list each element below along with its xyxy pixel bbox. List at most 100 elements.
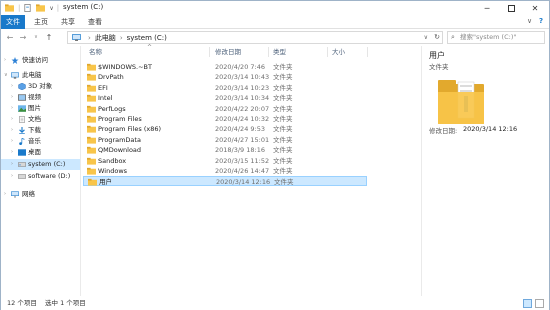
recent-locations-button[interactable]: ∨: [31, 32, 41, 43]
window-title: system (C:): [63, 3, 104, 11]
breadcrumb-this-pc[interactable]: 此电脑: [95, 33, 116, 43]
computer-icon: [11, 72, 19, 79]
file-list: ^ 名称 修改日期 类型 大小 $WINDOWS.~BT 2020/4/20 7:…: [83, 44, 413, 296]
nav-item-pictures[interactable]: › 图片: [1, 103, 80, 114]
music-icon: [19, 138, 25, 145]
file-row[interactable]: $WINDOWS.~BT 2020/4/20 7:46 文件夹: [83, 62, 367, 72]
chevron-down-icon: ∨: [4, 72, 8, 78]
address-bar[interactable]: › 此电脑 › system (C:) ∨ ↻: [67, 31, 443, 44]
new-folder-icon[interactable]: [36, 4, 46, 12]
close-icon: ✕: [531, 3, 539, 13]
navigation-pane: › 快速访问 ∨ 此电脑 › 3D 对象 › 视频 › 图片 › 文档 › 下载…: [1, 46, 81, 296]
ribbon-expand-icon[interactable]: ∨: [527, 17, 532, 25]
file-name: Intel: [98, 94, 113, 103]
explorer-window: | ∨ | system (C:) ─ ✕ 文件 主页 共享 查看 ∨ ? ← …: [0, 0, 550, 310]
file-row[interactable]: Sandbox 2020/3/15 11:52 文件夹: [83, 156, 367, 166]
preview-name: 用户: [429, 51, 445, 60]
file-row[interactable]: Program Files 2020/4/24 10:32 文件夹: [83, 114, 367, 124]
tab-home[interactable]: 主页: [29, 15, 53, 29]
drive-icon: [18, 174, 26, 179]
folder-icon: [87, 126, 96, 133]
file-row[interactable]: Windows 2020/4/26 14:47 文件夹: [83, 166, 367, 176]
file-name: QMDownload: [98, 146, 142, 155]
nav-item-documents[interactable]: › 文档: [1, 114, 80, 125]
file-name: PerfLogs: [98, 104, 126, 113]
chevron-right-icon: ›: [11, 105, 13, 111]
refresh-icon[interactable]: ↻: [434, 32, 440, 43]
folder-icon: [87, 167, 96, 175]
nav-item-videos[interactable]: › 视频: [1, 92, 80, 103]
chevron-right-icon: ›: [4, 191, 6, 197]
breadcrumb-system-c[interactable]: system (C:): [127, 34, 167, 42]
up-arrow-icon: ↑: [45, 33, 53, 42]
forward-button[interactable]: →: [18, 32, 28, 43]
file-row[interactable]: ProgramData 2020/4/27 15:01 文件夹: [83, 135, 367, 145]
nav-item-3d-objects[interactable]: › 3D 对象: [1, 81, 80, 92]
nav-item-network[interactable]: › 网络: [1, 189, 80, 200]
file-row[interactable]: Intel 2020/3/14 10:34 文件夹: [83, 93, 367, 103]
chevron-right-icon: ›: [11, 138, 13, 144]
large-icons-view-button[interactable]: [535, 299, 544, 308]
preview-modified-label: 修改日期:: [429, 127, 458, 135]
nav-item-software-d[interactable]: › software (D:): [1, 171, 80, 182]
drive-icon: [18, 162, 26, 167]
document-icon: [19, 116, 25, 123]
folder-icon: [88, 179, 97, 186]
folder-app-icon[interactable]: [5, 4, 14, 12]
file-date: 2020/4/24 9:53: [215, 125, 265, 134]
star-icon: [11, 57, 19, 64]
preview-pane: 用户 文件夹 修改日期: 2020/3/14 12:16: [421, 46, 549, 296]
item-count: 12 个项目: [7, 299, 37, 307]
cube-icon: [18, 83, 26, 90]
help-icon[interactable]: ?: [539, 17, 543, 25]
chevron-right-icon: ›: [11, 161, 13, 167]
folder-icon: [87, 74, 96, 81]
details-view-button[interactable]: [523, 299, 532, 308]
nav-item-downloads[interactable]: › 下载: [1, 125, 80, 136]
file-type: 文件夹: [274, 178, 294, 187]
file-row[interactable]: Program Files (x86) 2020/4/24 9:53 文件夹: [83, 124, 367, 134]
column-header-name[interactable]: 名称: [89, 46, 102, 58]
nav-item-quick-access[interactable]: › 快速访问: [1, 55, 80, 66]
nav-item-this-pc[interactable]: ∨ 此电脑: [1, 70, 80, 81]
file-name: Sandbox: [98, 156, 127, 165]
column-header-size[interactable]: 大小: [332, 46, 345, 58]
maximize-button[interactable]: [499, 1, 523, 15]
preview-type: 文件夹: [429, 63, 449, 71]
column-header-type[interactable]: 类型: [273, 46, 286, 58]
nav-item-system-c[interactable]: › system (C:): [1, 159, 80, 170]
quick-access-chevron-icon[interactable]: ∨: [49, 5, 53, 12]
properties-icon[interactable]: [23, 4, 32, 12]
file-date: 2020/4/26 14:47: [215, 167, 270, 175]
column-header-date[interactable]: 修改日期: [215, 46, 241, 58]
search-input[interactable]: ⌕ 搜索"system (C:)": [447, 31, 545, 44]
file-row[interactable]: EFI 2020/3/14 10:23 文件夹: [83, 83, 367, 93]
file-type: 文件夹: [273, 94, 293, 103]
file-date: 2020/3/15 11:52: [215, 156, 270, 165]
folder-icon: [87, 147, 96, 154]
tab-file[interactable]: 文件: [1, 15, 25, 29]
large-folder-icon: [438, 80, 484, 124]
nav-item-music[interactable]: › 音乐: [1, 136, 80, 147]
back-button[interactable]: ←: [5, 32, 15, 43]
file-name: 用户: [99, 178, 112, 187]
file-date: 2020/4/22 20:07: [215, 104, 270, 113]
chevron-right-icon: ›: [11, 127, 13, 133]
desktop-icon: [18, 149, 26, 156]
address-dropdown-icon[interactable]: ∨: [424, 32, 428, 43]
file-row[interactable]: QMDownload 2018/3/9 18:16 文件夹: [83, 145, 367, 155]
chevron-right-icon: ›: [11, 116, 13, 122]
close-button[interactable]: ✕: [523, 1, 547, 15]
file-row[interactable]: PerfLogs 2020/4/22 20:07 文件夹: [83, 104, 367, 114]
nav-item-desktop[interactable]: › 桌面: [1, 147, 80, 158]
back-arrow-icon: ←: [6, 33, 14, 42]
chevron-right-icon: ›: [11, 173, 13, 179]
up-button[interactable]: ↑: [44, 32, 54, 43]
tab-view[interactable]: 查看: [83, 15, 107, 29]
file-row[interactable]: DrvPath 2020/3/14 10:43 文件夹: [83, 72, 367, 82]
tab-share[interactable]: 共享: [56, 15, 80, 29]
file-date: 2020/3/14 10:34: [215, 94, 270, 103]
minimize-button[interactable]: ─: [475, 1, 499, 15]
file-type: 文件夹: [273, 125, 293, 134]
file-row[interactable]: 用户 2020/3/14 12:16 文件夹: [83, 176, 367, 187]
